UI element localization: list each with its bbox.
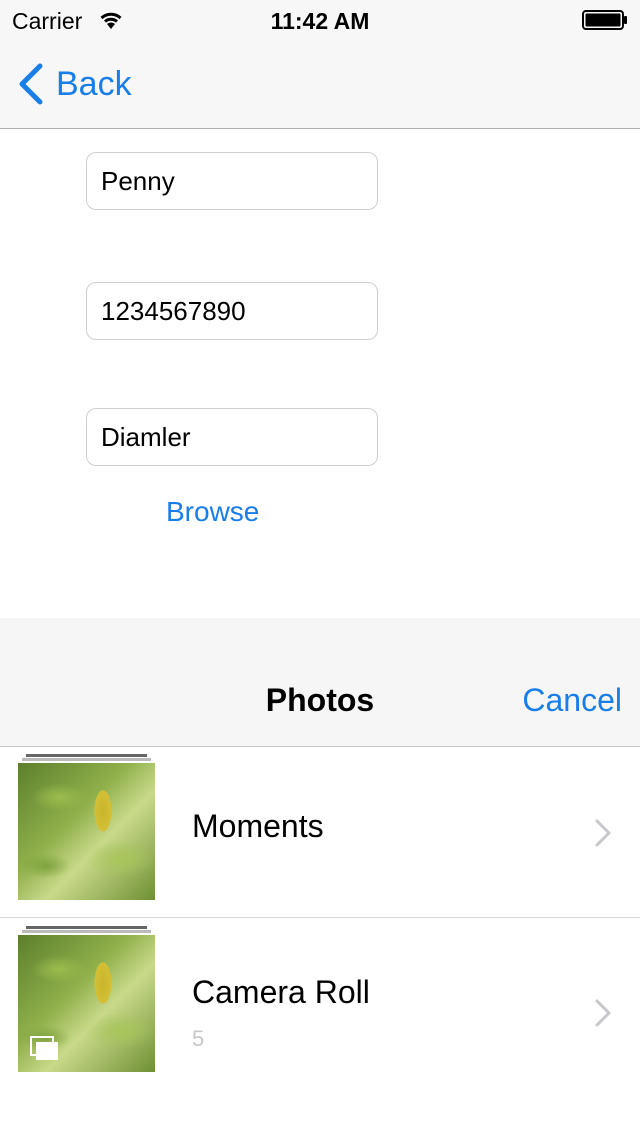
thumbnail-stack-edge (26, 754, 147, 757)
thumbnail-stack-edge (22, 930, 151, 933)
album-type-icon (30, 1036, 58, 1060)
album-label: Camera Roll (192, 974, 370, 1010)
navigation-bar: Carrier 11:42 AM Back (0, 0, 640, 129)
back-button[interactable]: Back (16, 62, 132, 106)
album-thumbnail (18, 926, 155, 1072)
album-row-camera-roll[interactable]: Camera Roll 5 (0, 918, 640, 1090)
photos-picker: Photos Cancel Moments Camera Roll 5 (0, 618, 640, 1136)
thumbnail-stack-edge (22, 758, 151, 761)
album-cover-image (18, 763, 155, 900)
back-button-label: Back (56, 64, 132, 103)
name-field[interactable]: Penny (86, 152, 378, 210)
status-bar: Carrier 11:42 AM (0, 0, 640, 40)
clock: 11:42 AM (270, 8, 370, 34)
album-count: 5 (192, 1026, 205, 1051)
album-row-moments[interactable]: Moments (0, 746, 640, 918)
chevron-right-icon (595, 819, 611, 847)
picker-header: Photos Cancel (0, 618, 640, 747)
battery-icon (582, 10, 627, 30)
company-field[interactable]: Diamler (86, 408, 378, 466)
chevron-right-icon (595, 999, 611, 1027)
album-thumbnail (18, 754, 155, 900)
cancel-button[interactable]: Cancel (522, 682, 622, 719)
browse-button[interactable]: Browse (166, 496, 259, 528)
album-label: Moments (192, 808, 324, 844)
phone-field[interactable]: 1234567890 (86, 282, 378, 340)
thumbnail-stack-edge (26, 926, 147, 929)
chevron-left-icon (19, 63, 43, 105)
